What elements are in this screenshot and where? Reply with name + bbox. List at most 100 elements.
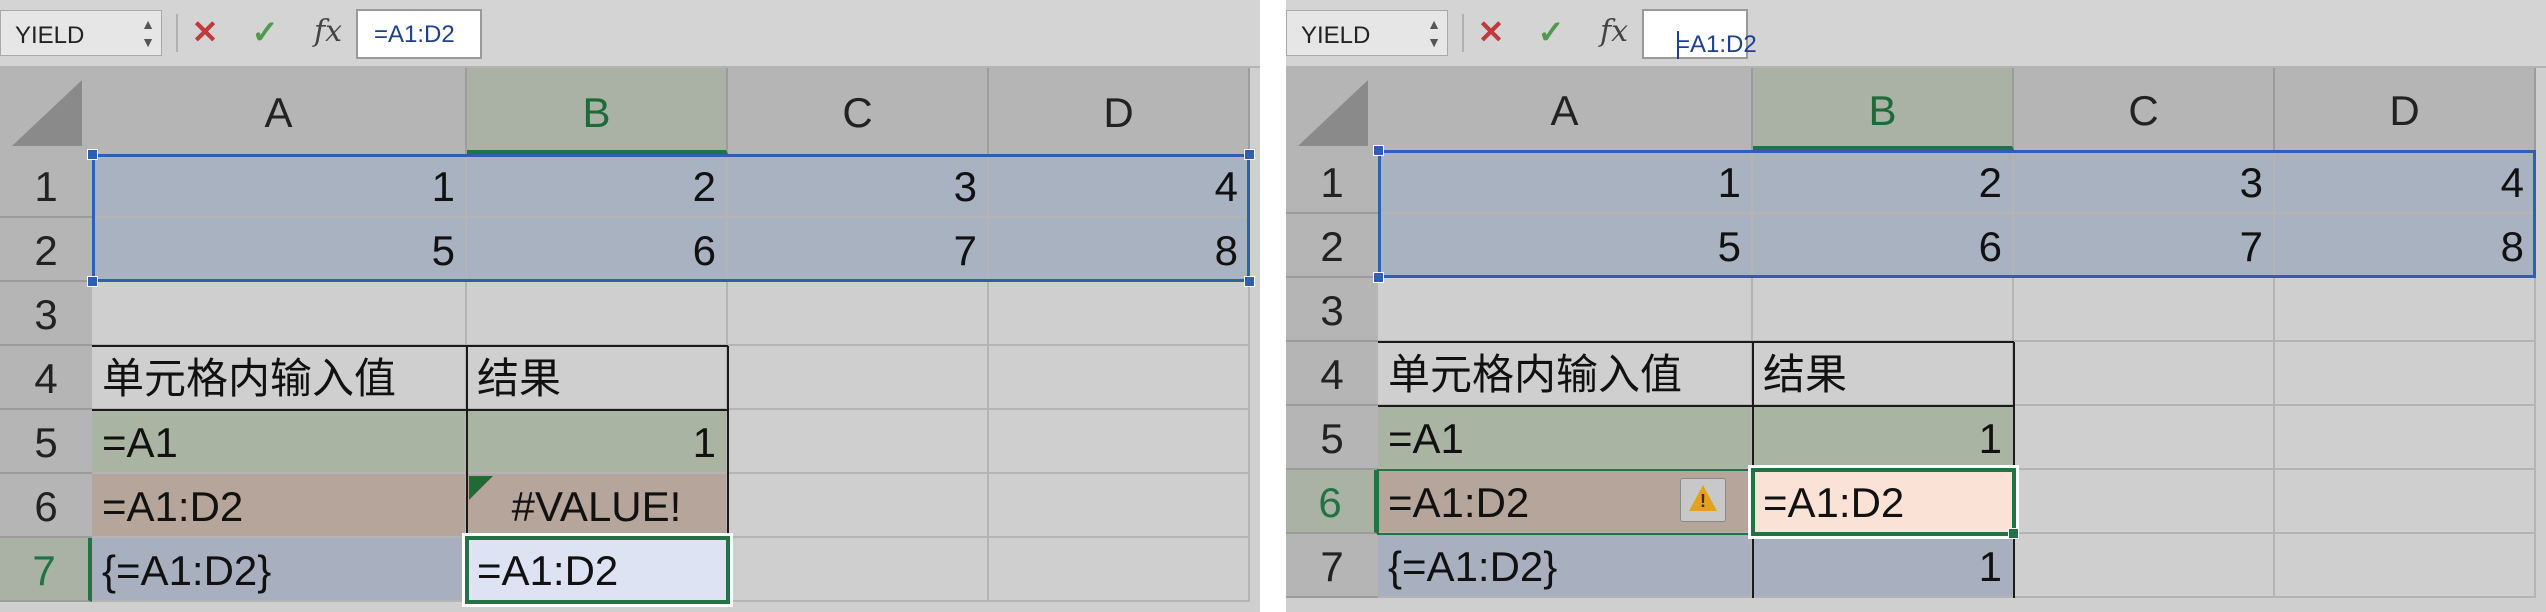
row-header-7[interactable]: 7 xyxy=(0,538,92,602)
cell-c4[interactable] xyxy=(728,346,989,410)
table-header-result[interactable]: 结果 xyxy=(467,346,728,410)
cell-d6[interactable] xyxy=(2275,470,2536,534)
cell-c5[interactable] xyxy=(728,410,989,474)
cell-b1[interactable]: 2 xyxy=(467,154,728,218)
cell-c7[interactable] xyxy=(728,538,989,602)
cell-a3[interactable] xyxy=(92,282,467,346)
column-header-d[interactable]: D xyxy=(989,68,1250,154)
cell-b3[interactable] xyxy=(467,282,728,346)
cell-d1[interactable]: 4 xyxy=(2275,150,2536,214)
table-header-input[interactable]: 单元格内输入值 xyxy=(1378,342,1753,406)
cell-c3[interactable] xyxy=(2014,278,2275,342)
cell-c1[interactable]: 3 xyxy=(2014,150,2275,214)
cell-b7[interactable]: 1 xyxy=(1753,534,2014,598)
cell-d6[interactable] xyxy=(989,474,1250,538)
table-header-input[interactable]: 单元格内输入值 xyxy=(92,346,467,410)
cell-a6[interactable]: =A1:D2 xyxy=(92,474,467,538)
active-cell-b6[interactable] xyxy=(1748,465,2019,539)
cancel-x-icon[interactable]: ✕ xyxy=(1474,12,1508,52)
cell-b5[interactable]: 1 xyxy=(1753,406,2014,470)
cell-c7[interactable] xyxy=(2014,534,2275,598)
confirm-check-icon[interactable]: ✓ xyxy=(1534,12,1568,52)
fill-handle[interactable] xyxy=(2008,528,2019,539)
range-handle-bl[interactable] xyxy=(1373,272,1384,283)
cell-c6[interactable] xyxy=(728,474,989,538)
cell-b3[interactable] xyxy=(1753,278,2014,342)
row-header-6[interactable]: 6 xyxy=(0,474,92,538)
cancel-x-icon[interactable]: ✕ xyxy=(188,12,222,52)
cell-d4[interactable] xyxy=(2275,342,2536,406)
cell-b2[interactable]: 6 xyxy=(467,218,728,282)
row-header-3[interactable]: 3 xyxy=(0,282,92,346)
cell-b2[interactable]: 6 xyxy=(1753,214,2014,278)
cell-a1[interactable]: 1 xyxy=(1378,150,1753,214)
cell-d5[interactable] xyxy=(989,410,1250,474)
select-all-button[interactable] xyxy=(0,68,92,154)
cell-b6[interactable]: #VALUE! xyxy=(467,474,728,538)
cell-c6[interactable] xyxy=(2014,470,2275,534)
row-header-3[interactable]: 3 xyxy=(1286,278,1378,342)
row-header-6[interactable]: 6 xyxy=(1286,470,1378,534)
row-header-7[interactable]: 7 xyxy=(1286,534,1378,598)
confirm-check-icon[interactable]: ✓ xyxy=(248,12,282,52)
cell-a2[interactable]: 5 xyxy=(92,218,467,282)
cell-d5[interactable] xyxy=(2275,406,2536,470)
column-header-a[interactable]: A xyxy=(1378,68,1753,150)
cell-b1[interactable]: 2 xyxy=(1753,150,2014,214)
cell-a3[interactable] xyxy=(1378,278,1753,342)
select-all-triangle-icon xyxy=(12,80,82,146)
column-header-b[interactable]: B xyxy=(467,68,728,154)
row-header-5[interactable]: 5 xyxy=(0,410,92,474)
row-header-1[interactable]: 1 xyxy=(0,154,92,218)
warning-icon[interactable]: ! xyxy=(1680,478,1726,522)
column-header-a[interactable]: A xyxy=(92,68,467,154)
fx-icon[interactable]: fx xyxy=(1594,12,1634,52)
cell-d2[interactable]: 8 xyxy=(2275,214,2536,278)
range-handle-bl[interactable] xyxy=(87,276,98,287)
column-header-c[interactable]: C xyxy=(2014,68,2275,150)
row-header-4[interactable]: 4 xyxy=(1286,342,1378,406)
select-all-button[interactable] xyxy=(1286,68,1378,154)
cell-d3[interactable] xyxy=(2275,278,2536,342)
formula-input[interactable]: =A1:D2 xyxy=(356,9,482,59)
cell-c1[interactable]: 3 xyxy=(728,154,989,218)
cell-a2[interactable]: 5 xyxy=(1378,214,1753,278)
table-header-result[interactable]: 结果 xyxy=(1753,342,2014,406)
cell-c2[interactable]: 7 xyxy=(728,218,989,282)
row-header-5[interactable]: 5 xyxy=(1286,406,1378,470)
row-header-2[interactable]: 2 xyxy=(1286,214,1378,278)
active-cell-b7[interactable] xyxy=(462,533,733,607)
cell-a7[interactable]: {=A1:D2} xyxy=(1378,534,1753,598)
cell-a7[interactable]: {=A1:D2} xyxy=(92,538,467,602)
cell-d2[interactable]: 8 xyxy=(989,218,1250,282)
cell-c2[interactable]: 7 xyxy=(2014,214,2275,278)
range-handle-br[interactable] xyxy=(1244,276,1255,287)
cell-c4[interactable] xyxy=(2014,342,2275,406)
column-header-b[interactable]: B xyxy=(1753,68,2014,150)
cell-c3[interactable] xyxy=(728,282,989,346)
row-header-4[interactable]: 4 xyxy=(0,346,92,410)
name-box[interactable]: YIELD ▲ ▼ xyxy=(0,10,162,56)
row-header-2[interactable]: 2 xyxy=(0,218,92,282)
fx-icon[interactable]: fx xyxy=(308,12,348,52)
cell-b5[interactable]: 1 xyxy=(467,410,728,474)
column-header-d[interactable]: D xyxy=(2275,68,2536,150)
cell-d1[interactable]: 4 xyxy=(989,154,1250,218)
formula-input[interactable]: =A1:D2 xyxy=(1642,9,1757,59)
cell-d7[interactable] xyxy=(2275,534,2536,598)
cell-a5[interactable]: =A1 xyxy=(1378,406,1753,470)
cell-d7[interactable] xyxy=(989,538,1250,602)
range-handle-tl[interactable] xyxy=(87,149,98,160)
cell-d3[interactable] xyxy=(989,282,1250,346)
column-header-c[interactable]: C xyxy=(728,68,989,154)
cell-c5[interactable] xyxy=(2014,406,2275,470)
cell-d4[interactable] xyxy=(989,346,1250,410)
cell-a1[interactable]: 1 xyxy=(92,154,467,218)
range-handle-tr[interactable] xyxy=(1244,149,1255,160)
row-header-1[interactable]: 1 xyxy=(1286,150,1378,214)
name-box[interactable]: YIELD ▲ ▼ xyxy=(1286,10,1448,56)
cell-a5[interactable]: =A1 xyxy=(92,410,467,474)
spinner-arrows-icon[interactable]: ▲ ▼ xyxy=(141,15,155,51)
range-handle-tl[interactable] xyxy=(1373,145,1384,156)
spinner-arrows-icon[interactable]: ▲ ▼ xyxy=(1427,15,1441,51)
